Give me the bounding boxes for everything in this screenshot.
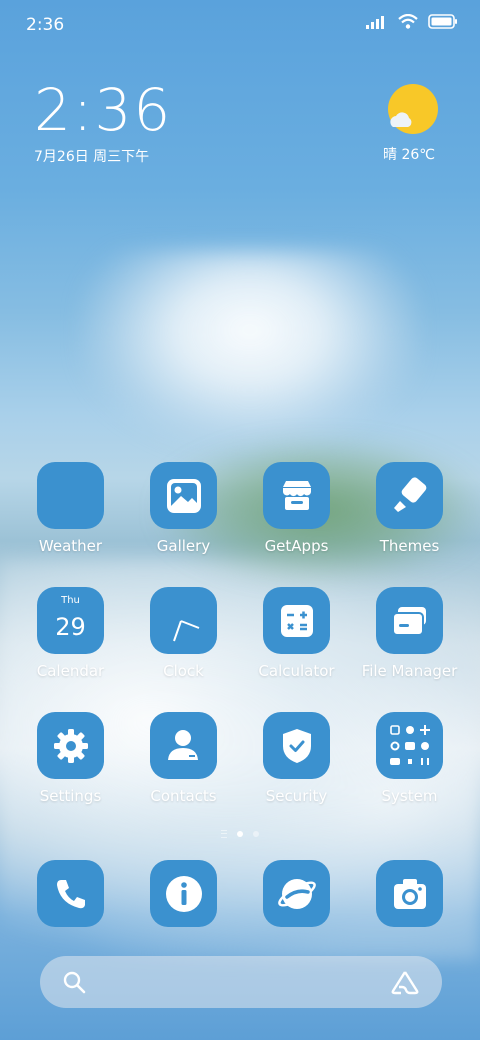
search-bar[interactable] xyxy=(40,956,442,1008)
app-contacts[interactable]: Contacts xyxy=(127,712,240,837)
store-icon xyxy=(263,462,330,529)
app-file-manager[interactable]: File Manager xyxy=(353,587,466,712)
dock xyxy=(14,860,466,927)
battery-icon xyxy=(428,14,457,29)
app-label: Clock xyxy=(163,662,204,680)
app-label: Contacts xyxy=(150,787,217,805)
shield-icon xyxy=(263,712,330,779)
folder-grid-icon xyxy=(376,712,443,779)
dock-camera[interactable] xyxy=(353,860,466,927)
app-clock[interactable]: Clock xyxy=(127,587,240,712)
phone-icon xyxy=(37,860,104,927)
calendar-icon: Thu 29 xyxy=(37,587,104,654)
app-settings[interactable]: Settings xyxy=(14,712,127,837)
app-themes[interactable]: Themes xyxy=(353,462,466,587)
signal-icon xyxy=(366,15,384,29)
dock-phone[interactable] xyxy=(14,860,127,927)
calendar-date: 29 xyxy=(55,613,86,641)
app-grid: Weather Gallery GetApps Themes Thu 29 Ca… xyxy=(14,462,466,837)
app-row: Settings Contacts Security System xyxy=(14,712,466,837)
brush-icon xyxy=(376,462,443,529)
search-icon xyxy=(63,971,86,994)
weather-widget[interactable]: 晴 26℃ xyxy=(374,84,444,164)
clock-date: 7月26日 周三下午 xyxy=(34,149,150,165)
calculator-icon xyxy=(263,587,330,654)
page-indicator-feed[interactable] xyxy=(221,830,227,838)
app-label: Gallery xyxy=(156,537,211,555)
camera-icon xyxy=(376,860,443,927)
app-label: System xyxy=(381,787,438,805)
app-label: Themes xyxy=(379,537,440,555)
app-label: Security xyxy=(265,787,328,805)
app-row: Weather Gallery GetApps Themes xyxy=(14,462,466,587)
app-label: File Manager xyxy=(361,662,458,680)
gear-icon xyxy=(37,712,104,779)
app-label: Calculator xyxy=(258,662,335,680)
status-time: 2:36 xyxy=(26,15,65,35)
app-label: Settings xyxy=(39,787,102,805)
app-getapps[interactable]: GetApps xyxy=(240,462,353,587)
app-calculator[interactable]: Calculator xyxy=(240,587,353,712)
app-system-folder[interactable]: System xyxy=(353,712,466,837)
app-label: Weather xyxy=(38,537,103,555)
page-indicator[interactable] xyxy=(0,830,480,838)
clock-time: 2:36 xyxy=(34,76,173,144)
clock-icon xyxy=(150,587,217,654)
calendar-day: Thu xyxy=(61,595,80,606)
assistant-icon[interactable] xyxy=(390,969,420,995)
info-icon xyxy=(150,860,217,927)
clock-widget[interactable]: 2:36 7月26日 周三下午 xyxy=(34,78,172,166)
dock-browser[interactable] xyxy=(240,860,353,927)
page-dot-active[interactable] xyxy=(237,831,243,837)
app-row: Thu 29 Calendar Clock Calculator File Ma… xyxy=(14,587,466,712)
sunny-icon xyxy=(387,84,438,134)
app-gallery[interactable]: Gallery xyxy=(127,462,240,587)
status-bar: 2:36 xyxy=(0,0,480,50)
app-label: Calendar xyxy=(36,662,105,680)
status-icons xyxy=(366,14,458,29)
gallery-icon xyxy=(150,462,217,529)
app-calendar[interactable]: Thu 29 Calendar xyxy=(14,587,127,712)
person-icon xyxy=(150,712,217,779)
weather-icon xyxy=(37,462,104,529)
app-weather[interactable]: Weather xyxy=(14,462,127,587)
app-security[interactable]: Security xyxy=(240,712,353,837)
dock-info[interactable] xyxy=(127,860,240,927)
browser-icon xyxy=(263,860,330,927)
wifi-icon xyxy=(398,14,418,29)
page-dot[interactable] xyxy=(253,831,259,837)
folder-icon xyxy=(376,587,443,654)
app-label: GetApps xyxy=(264,537,329,555)
weather-text: 晴 26℃ xyxy=(383,147,435,163)
